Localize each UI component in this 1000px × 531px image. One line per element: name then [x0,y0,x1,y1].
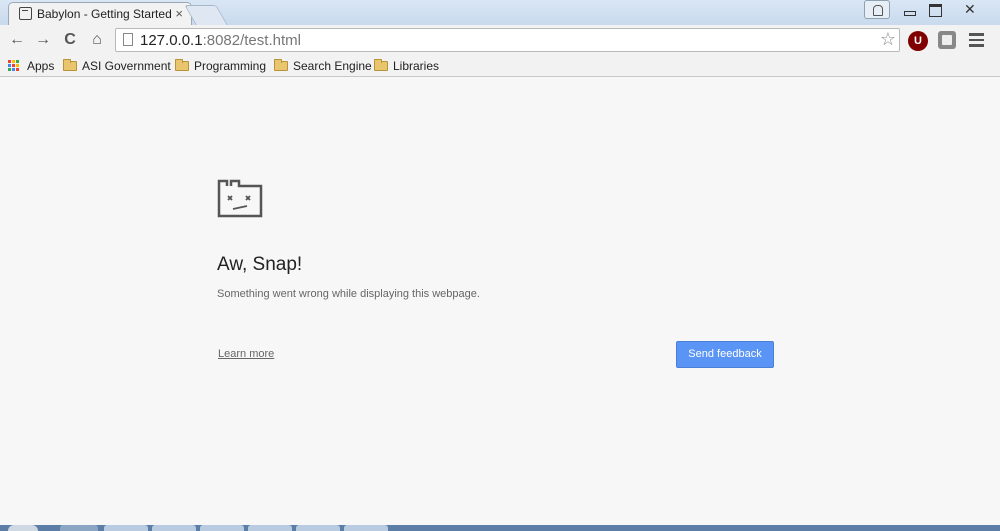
bookmark-star-icon[interactable]: ☆ [880,29,896,50]
taskbar-app[interactable] [248,525,292,531]
bookmark-label: Apps [27,59,55,73]
sad-tab-icon [217,179,263,218]
taskbar-app[interactable] [296,525,340,531]
send-feedback-button[interactable]: Send feedback [676,341,774,368]
home-icon[interactable]: ⌂ [87,30,107,50]
apps-grid-icon [8,60,20,72]
reload-icon[interactable]: C [60,30,80,50]
back-arrow-icon[interactable]: ← [7,30,27,50]
browser-toolbar: ← → C ⌂ 127.0.0.1:8082/test.html ☆ U [0,25,1000,55]
extension-icon[interactable] [938,31,956,49]
folder-icon [175,59,189,71]
tab-title: Babylon - Getting Started [37,7,172,21]
bookmark-folder-search-engine[interactable]: Search Engine [274,58,372,74]
folder-icon [63,59,77,71]
error-title: Aw, Snap! [217,254,303,275]
page-icon [123,33,133,46]
browser-tab[interactable]: Babylon - Getting Started × [8,2,192,25]
maximize-button[interactable] [922,0,948,19]
folder-icon [274,59,288,71]
bookmark-label: Programming [194,59,267,73]
bookmark-folder-programming[interactable]: Programming [175,58,267,74]
tab-close-icon[interactable]: × [175,6,183,21]
sad-tab-favicon-icon [19,7,32,20]
error-message: Something went wrong while displaying th… [217,288,480,300]
forward-arrow-icon[interactable]: → [33,30,53,50]
minimize-button[interactable] [896,0,922,19]
start-button[interactable] [8,525,38,531]
bookmark-label: Search Engine [293,59,372,73]
ublock-extension-icon[interactable]: U [908,31,928,51]
taskbar-app[interactable] [200,525,244,531]
url-host: 127.0.0.1 [140,32,203,49]
taskbar-app[interactable] [104,525,148,531]
taskbar-app[interactable] [344,525,388,531]
taskbar-app[interactable] [60,525,98,531]
user-profile-icon[interactable] [864,0,890,19]
menu-icon[interactable] [969,33,984,47]
title-bar: Babylon - Getting Started × [0,0,1000,25]
bookmark-label: Libraries [393,59,440,73]
address-bar[interactable]: 127.0.0.1:8082/test.html ☆ [115,28,900,52]
url-text[interactable]: 127.0.0.1:8082/test.html [140,32,301,49]
close-window-button[interactable] [950,0,994,19]
bookmarks-bar: Apps ASI Government Programming Search E… [0,55,1000,77]
sad-tab-page: Aw, Snap! Something went wrong while dis… [0,78,1000,525]
taskbar-app[interactable] [152,525,196,531]
learn-more-link[interactable]: Learn more [218,348,274,360]
bookmark-folder-libraries[interactable]: Libraries [374,58,440,74]
bookmark-folder-asi-government[interactable]: ASI Government [63,58,171,74]
os-taskbar [0,525,1000,531]
bookmark-apps[interactable]: Apps [8,58,58,74]
folder-icon [374,59,388,71]
url-path: :8082/test.html [202,32,301,49]
bookmark-label: ASI Government [82,59,171,73]
